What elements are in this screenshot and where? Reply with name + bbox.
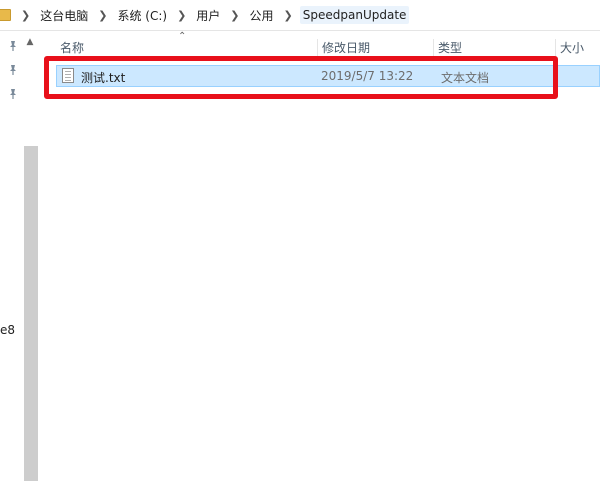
nav-scrollbar[interactable]	[24, 146, 38, 481]
breadcrumb-item-speedpanupdate[interactable]: SpeedpanUpdate	[299, 6, 410, 24]
annotation-highlight-box	[44, 56, 558, 99]
breadcrumb-item-this-pc[interactable]: 这台电脑	[37, 5, 91, 26]
chevron-right-icon[interactable]: ❯	[277, 9, 300, 22]
column-header-size[interactable]: 大小	[556, 39, 600, 57]
scroll-up-icon[interactable]: ▲	[24, 37, 36, 47]
column-header-date-modified[interactable]: 修改日期	[318, 39, 434, 57]
file-list[interactable]: ⌃ 名称 修改日期 类型 大小 测试.txt 2019/5/7 13:22 文本…	[38, 31, 600, 450]
chevron-right-icon[interactable]: ❯	[91, 9, 114, 22]
pin-icon[interactable]	[6, 87, 20, 101]
folder-icon	[0, 9, 11, 21]
breadcrumb-item-system-drive[interactable]: 系统 (C:)	[114, 5, 170, 26]
breadcrumb-item-public[interactable]: 公用	[247, 5, 277, 26]
column-header-name[interactable]: 名称	[56, 39, 318, 57]
chevron-right-icon[interactable]: ❯	[170, 9, 193, 22]
breadcrumb-item-users[interactable]: 用户	[193, 5, 223, 26]
address-bar[interactable]: ❯ 这台电脑 ❯ 系统 (C:) ❯ 用户 ❯ 公用 ❯ SpeedpanUpd…	[0, 0, 600, 31]
nav-item-partial-label[interactable]: e8	[0, 323, 15, 337]
chevron-right-icon[interactable]: ❯	[14, 9, 37, 22]
chevron-right-icon[interactable]: ❯	[223, 9, 246, 22]
column-header-type[interactable]: 类型	[434, 39, 556, 57]
navigation-pane[interactable]: ▲ e8	[0, 31, 38, 481]
pin-icon[interactable]	[6, 39, 20, 53]
pin-icon[interactable]	[6, 63, 20, 77]
breadcrumb: ❯ 这台电脑 ❯ 系统 (C:) ❯ 用户 ❯ 公用 ❯ SpeedpanUpd…	[14, 0, 410, 30]
